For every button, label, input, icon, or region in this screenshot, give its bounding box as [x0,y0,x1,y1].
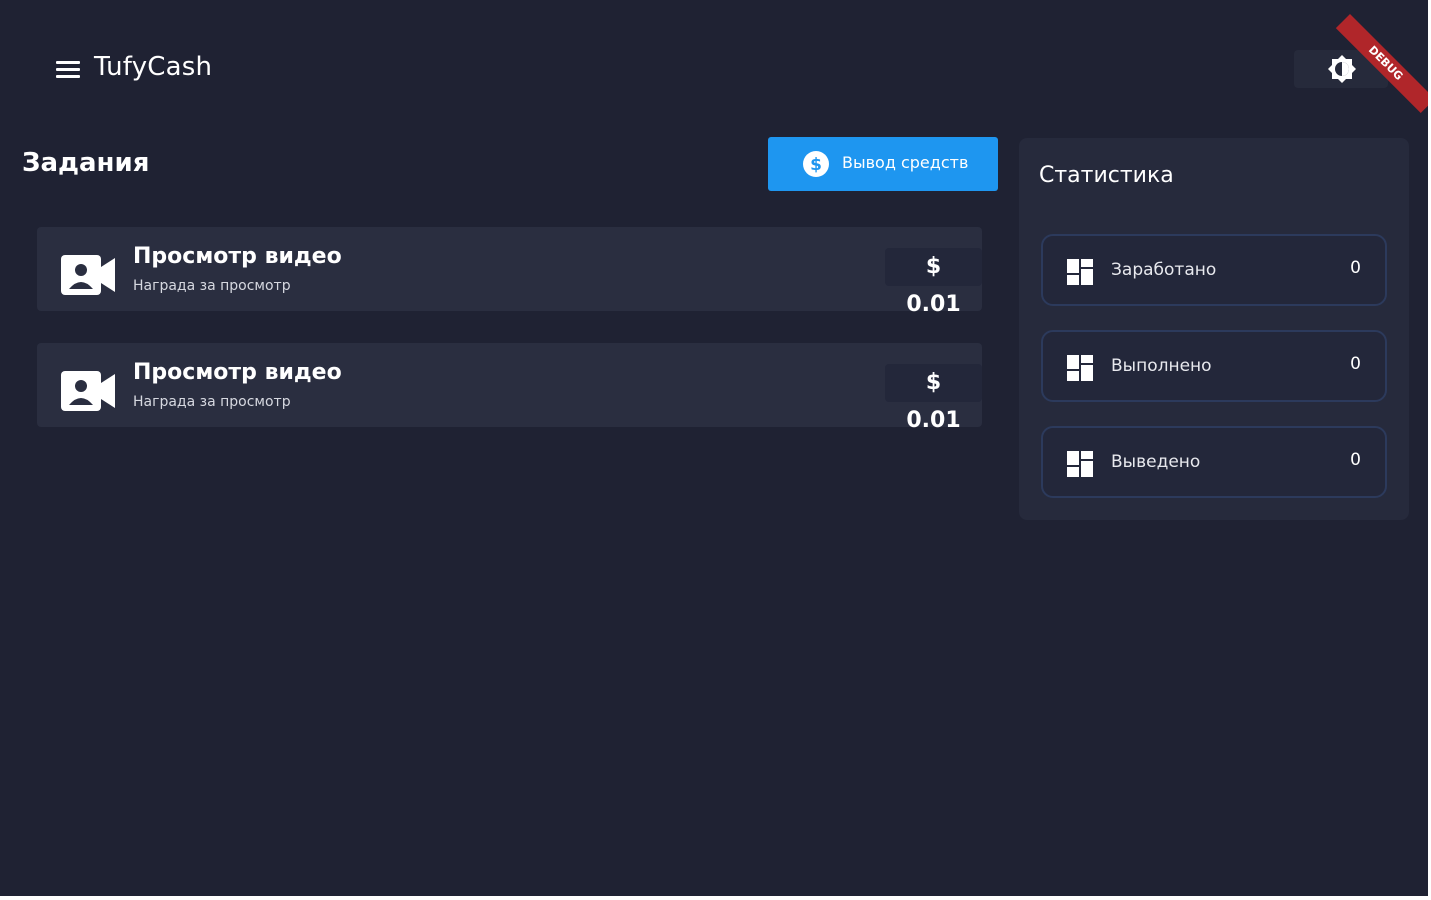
dashboard-icon [1067,355,1093,381]
withdraw-button-label: Вывод средств [842,153,969,172]
dashboard-icon [1067,451,1093,477]
stat-label: Выполнено [1111,356,1212,376]
dashboard-icon [1067,259,1093,285]
task-title: Просмотр видео [133,244,342,269]
stat-value: 0 [1350,354,1361,374]
statistics-title: Статистика [1039,163,1174,188]
task-card[interactable]: Просмотр видео Награда за просмотр $ 0.0… [37,227,982,317]
task-subtitle: Награда за просмотр [133,394,291,410]
withdraw-button[interactable]: $ Вывод средств [768,137,998,191]
stat-earned: Заработано 0 [1041,234,1387,306]
stat-value: 0 [1350,450,1361,470]
stat-value: 0 [1350,258,1361,278]
task-card[interactable]: Просмотр видео Награда за просмотр $ 0.0… [37,343,982,433]
svg-text:$: $ [810,155,822,175]
app-title: TufyCash [94,52,213,82]
stat-label: Заработано [1111,260,1217,280]
task-reward-badge: $ 0.01 [885,364,982,433]
stat-completed: Выполнено 0 [1041,330,1387,402]
task-title: Просмотр видео [133,360,342,385]
stat-label: Выведено [1111,452,1201,472]
task-subtitle: Награда за просмотр [133,278,291,294]
video-camera-icon [61,371,115,411]
brightness-icon [1328,55,1356,83]
statistics-panel: Статистика Заработано 0 Выполнено 0 Выве… [1019,138,1409,520]
stat-withdrawn: Выведено 0 [1041,426,1387,498]
app-bar: TufyCash [0,0,1428,130]
video-camera-icon [61,255,115,295]
task-reward-badge: $ 0.01 [885,248,982,317]
dollar-circle-icon: $ [803,151,829,177]
menu-icon[interactable] [52,56,84,84]
app-window: TufyCash DEBUG Задания $ Вывод средств П… [0,0,1428,896]
page-title: Задания [22,148,150,178]
